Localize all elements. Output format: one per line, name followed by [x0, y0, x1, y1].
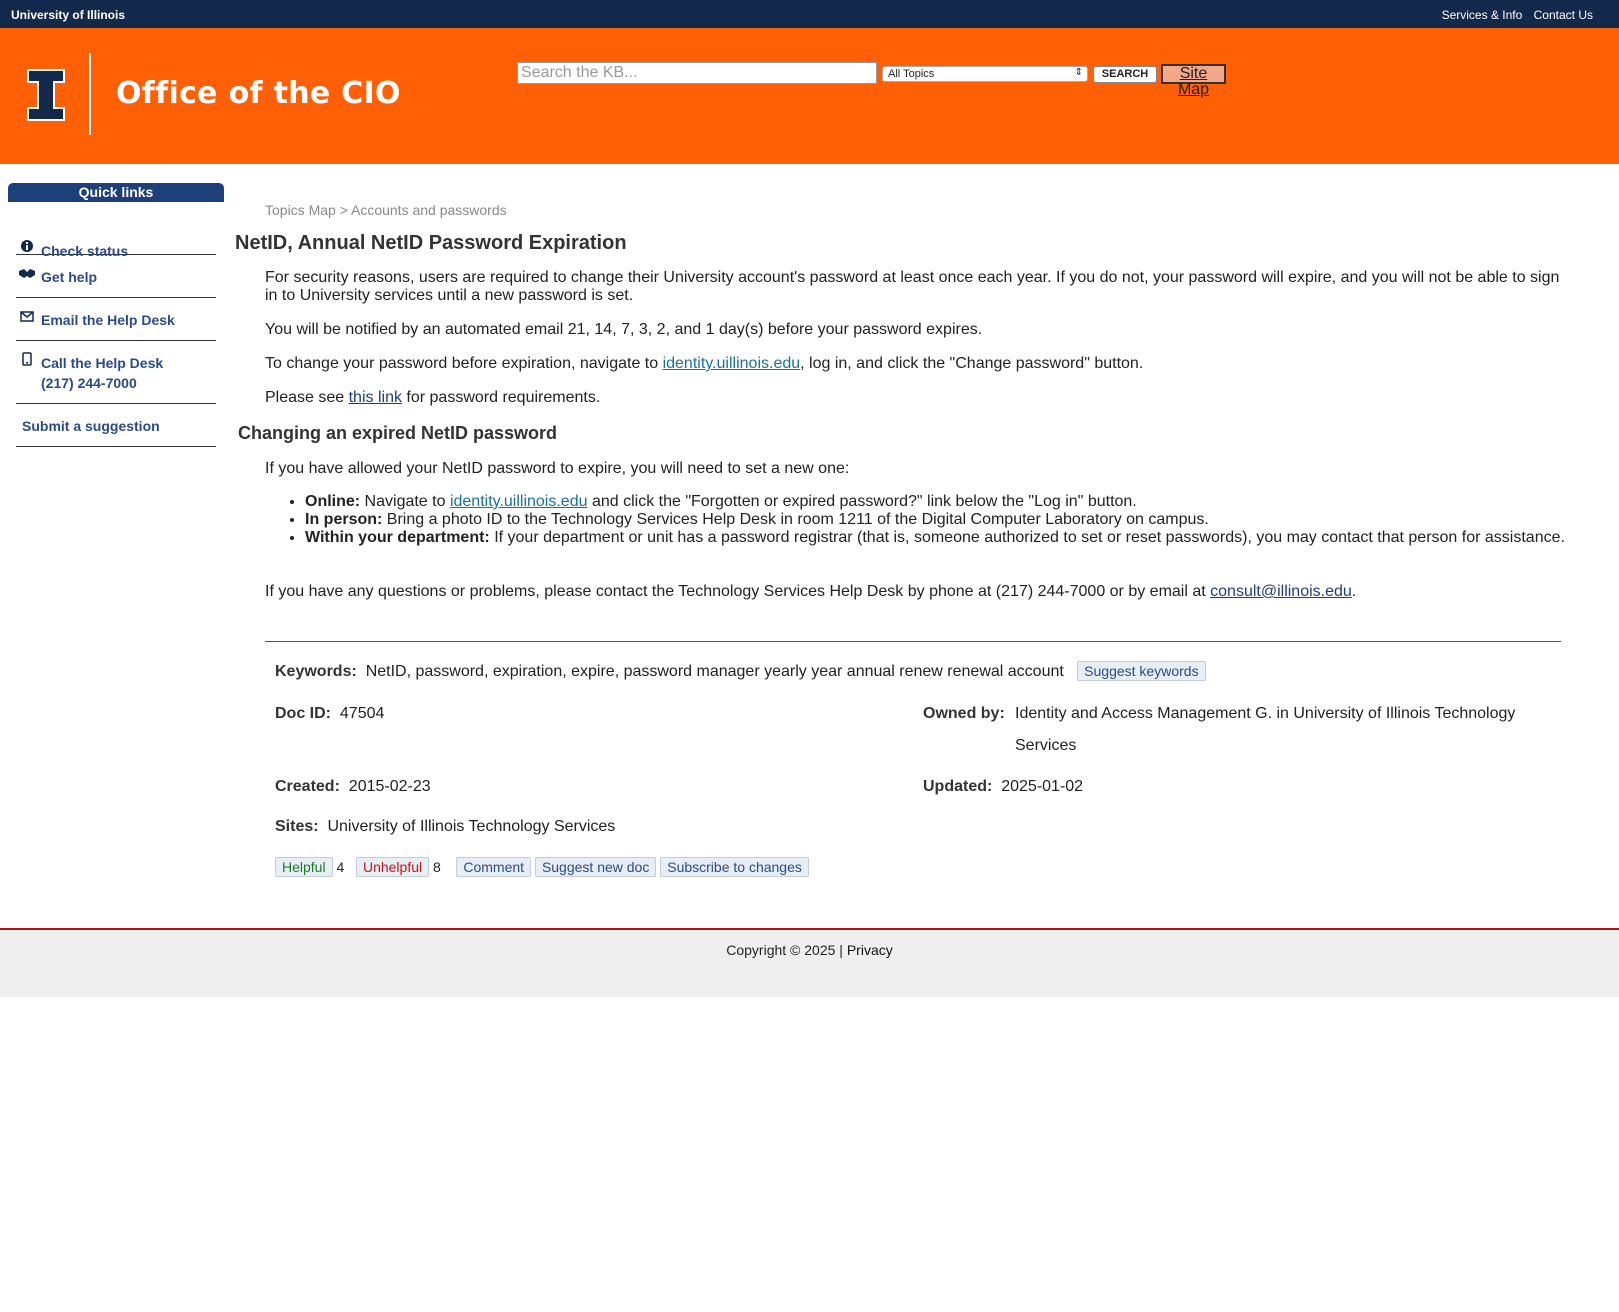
services-info-link[interactable]: Services & Info — [1442, 8, 1523, 22]
helpful-count: 4 — [336, 859, 345, 875]
article-paragraph-3: To change your password before expiratio… — [265, 355, 1144, 372]
sites-row: Sites: University of Illinois Technology… — [275, 818, 615, 836]
suggest-new-doc-button[interactable]: Suggest new doc — [534, 857, 657, 877]
page-title: NetID, Annual NetID Password Expiration — [235, 232, 627, 254]
unhelpful-button[interactable]: Unhelpful — [355, 857, 430, 877]
breadcrumb[interactable]: Topics Map > Accounts and passwords — [265, 202, 507, 218]
suggest-keywords-button[interactable]: Suggest keywords — [1077, 661, 1206, 681]
updated-label: Updated: — [923, 778, 993, 795]
identity-link[interactable]: identity.uillinois.edu — [663, 355, 801, 372]
created-row: Created: 2015-02-23 — [275, 778, 431, 796]
call-help-desk-label: Call the Help Desk — [41, 355, 164, 371]
list-item-in-person: In person: Bring a photo ID to the Techn… — [305, 511, 1565, 529]
keywords-value: NetID, password, expiration, expire, pas… — [365, 663, 1064, 680]
divider — [265, 641, 1561, 642]
sites-label: Sites: — [275, 818, 319, 835]
identity-link-2[interactable]: identity.uillinois.edu — [450, 493, 588, 510]
quick-links-sidebar: Quick links Check status Get help Email … — [8, 183, 224, 447]
university-brand-link[interactable]: University of Illinois — [11, 8, 125, 22]
get-help-label: Get help — [41, 269, 98, 285]
quick-link-submit-suggestion[interactable]: Submit a suggestion — [16, 404, 216, 447]
updated-value: 2025-01-02 — [1001, 778, 1084, 795]
copyright: Copyright © 2025 | Privacy — [0, 942, 1619, 958]
owned-by-line-1: Identity and Access Management G. in Uni… — [1015, 705, 1516, 722]
list-item-online: Online: Navigate to identity.uillinois.e… — [305, 493, 1565, 511]
site-title[interactable]: Office of the CIO — [116, 76, 401, 111]
quick-link-get-help[interactable]: Get help — [16, 255, 216, 298]
options-list: Online: Navigate to identity.uillinois.e… — [265, 493, 1565, 547]
site-header: Office of the CIO Search the KB... All T… — [0, 28, 1619, 164]
topic-select[interactable]: All Topics ⇕ — [882, 66, 1088, 82]
article-paragraph-4: Please see this link for password requir… — [265, 389, 601, 406]
owned-by-line-2: Services — [1015, 737, 1077, 754]
article-paragraph-1: For security reasons, users are required… — [265, 269, 1560, 304]
footer: Copyright © 2025 | Privacy — [0, 928, 1619, 997]
article-paragraph-5: If you have allowed your NetID password … — [265, 460, 850, 477]
comment-button[interactable]: Comment — [456, 857, 532, 877]
keywords-label: Keywords: — [275, 663, 357, 680]
submit-suggestion-label: Submit a suggestion — [22, 418, 160, 434]
sites-value: University of Illinois Technology Servic… — [327, 818, 616, 835]
article-paragraph-2: You will be notified by an automated ema… — [265, 321, 983, 338]
unhelpful-count: 8 — [433, 859, 441, 875]
logo-divider — [89, 53, 91, 135]
created-value: 2015-02-23 — [348, 778, 431, 795]
updated-row: Updated: 2025-01-02 — [923, 778, 1083, 796]
copyright-text: Copyright © 2025 | — [726, 942, 847, 958]
check-status-label: Check status — [41, 243, 129, 259]
doc-id-row: Doc ID: 47504 — [275, 705, 384, 723]
search-button[interactable]: SEARCH — [1093, 66, 1157, 83]
top-links: Services & Info Contact Us — [1434, 8, 1593, 22]
keywords-row: Keywords: NetID, password, expiration, e… — [275, 661, 1206, 681]
owned-by-label-wrap: Owned by: — [923, 705, 1005, 723]
owned-by-label: Owned by: — [923, 705, 1005, 722]
top-bar: University of Illinois Services & Info C… — [0, 0, 1619, 28]
section-heading: Changing an expired NetID password — [238, 423, 558, 443]
subscribe-button[interactable]: Subscribe to changes — [660, 857, 809, 877]
list-item-department: Within your department: If your departme… — [305, 529, 1565, 547]
quick-link-call-help-desk[interactable]: Call the Help Desk (217) 244-7000 — [16, 341, 216, 404]
site-map-button[interactable]: Site Map — [1161, 64, 1226, 98]
requirements-link[interactable]: this link — [349, 389, 402, 406]
owned-by-value: Identity and Access Management G. in Uni… — [1015, 698, 1515, 762]
article-paragraph-6: If you have any questions or problems, p… — [265, 583, 1357, 600]
doc-id-label: Doc ID: — [275, 705, 331, 722]
help-desk-phone: (217) 244-7000 — [41, 375, 137, 391]
topic-select-value: All Topics — [888, 68, 935, 80]
consult-email-link[interactable]: consult@illinois.edu — [1210, 583, 1352, 600]
select-arrows-icon: ⇕ — [1074, 67, 1083, 78]
email-help-desk-label: Email the Help Desk — [41, 312, 175, 328]
privacy-link[interactable]: Privacy — [847, 942, 893, 958]
kb-search-input[interactable]: Search the KB... — [517, 62, 877, 84]
feedback-row: Helpful 4 Unhelpful 8 Comment Suggest ne… — [275, 857, 809, 877]
quick-link-email-help-desk[interactable]: Email the Help Desk — [16, 298, 216, 341]
quick-links-heading: Quick links — [8, 183, 224, 202]
helpful-button[interactable]: Helpful — [275, 857, 333, 877]
quick-link-check-status[interactable]: Check status — [16, 202, 216, 259]
created-label: Created: — [275, 778, 340, 795]
doc-id-value: 47504 — [339, 705, 385, 722]
block-i-logo[interactable] — [26, 68, 66, 122]
contact-us-link[interactable]: Contact Us — [1534, 8, 1593, 22]
